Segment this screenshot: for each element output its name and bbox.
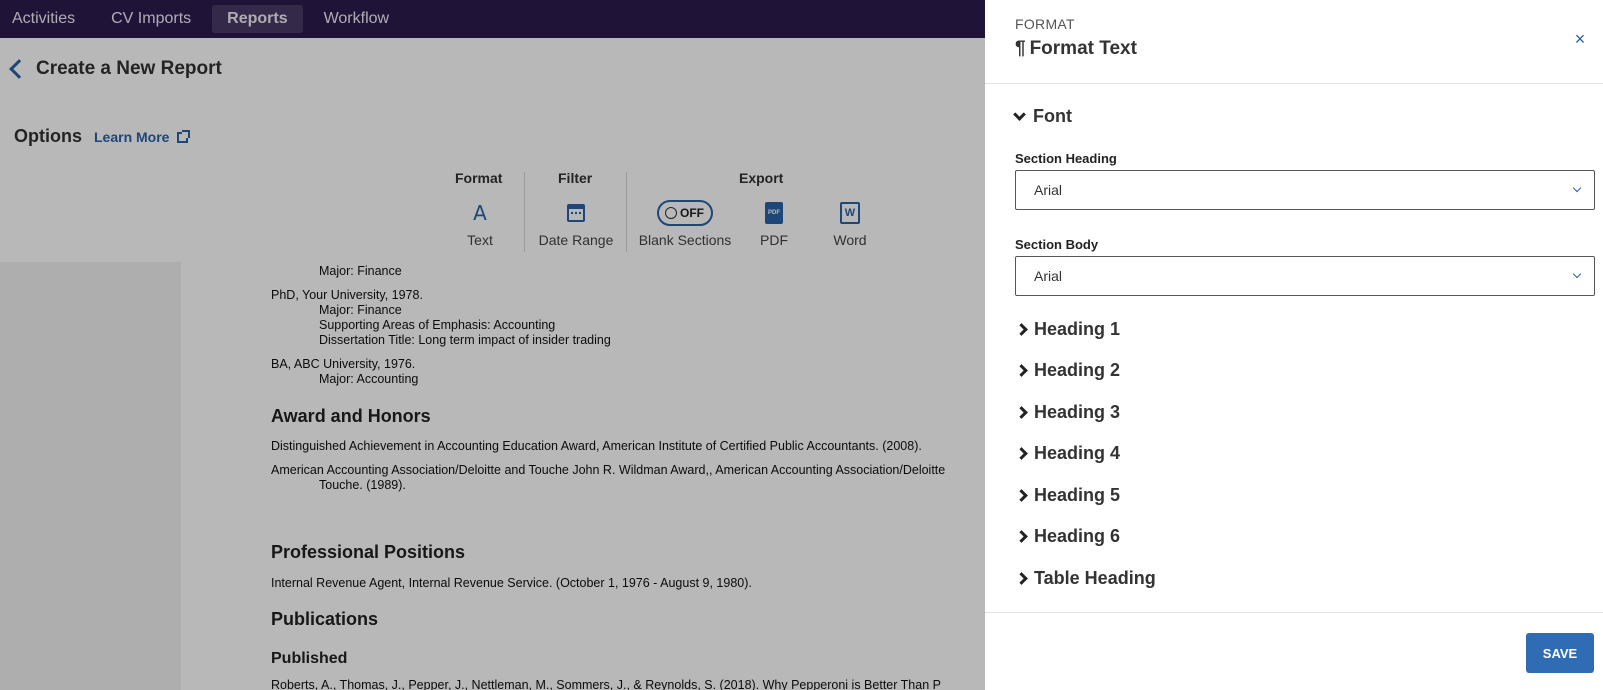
chevron-right-icon bbox=[1015, 530, 1028, 543]
chevron-down-icon bbox=[1572, 183, 1582, 193]
section-toggle-label: Heading 1 bbox=[1034, 319, 1121, 339]
heading-5-section-toggle[interactable]: Heading 5 bbox=[1015, 485, 1120, 506]
heading-4-section-toggle[interactable]: Heading 4 bbox=[1015, 443, 1120, 464]
heading-2-section-toggle[interactable]: Heading 2 bbox=[1015, 360, 1120, 381]
chevron-right-icon bbox=[1015, 406, 1028, 419]
section-body-label: Section Body bbox=[1015, 237, 1099, 252]
chevron-right-icon bbox=[1015, 572, 1028, 585]
font-section-toggle[interactable]: Font bbox=[1013, 106, 1072, 127]
chevron-right-icon bbox=[1015, 323, 1028, 336]
chevron-right-icon bbox=[1015, 447, 1028, 460]
font-section-label: Font bbox=[1033, 106, 1072, 126]
table-heading-section-toggle[interactable]: Table Heading bbox=[1015, 568, 1156, 589]
panel-eyebrow: FORMAT bbox=[1015, 16, 1075, 32]
section-body-font-select[interactable]: Arial bbox=[1015, 256, 1595, 296]
section-toggle-label: Heading 2 bbox=[1034, 360, 1121, 380]
panel-title: ¶ Format Text bbox=[1015, 38, 1137, 60]
chevron-down-icon bbox=[1013, 107, 1026, 121]
save-button[interactable]: SAVE bbox=[1526, 633, 1594, 673]
section-toggle-label: Heading 3 bbox=[1034, 402, 1121, 422]
section-body-font-value: Arial bbox=[1034, 268, 1063, 284]
chevron-right-icon bbox=[1015, 364, 1028, 377]
panel-footer: SAVE bbox=[985, 612, 1603, 690]
chevron-right-icon bbox=[1015, 489, 1028, 502]
section-toggle-label: Heading 5 bbox=[1034, 485, 1121, 505]
section-toggle-label: Heading 6 bbox=[1034, 526, 1121, 546]
heading-3-section-toggle[interactable]: Heading 3 bbox=[1015, 402, 1120, 423]
panel-header: FORMAT ¶ Format Text × bbox=[985, 0, 1603, 84]
section-heading-font-select[interactable]: Arial bbox=[1015, 170, 1595, 210]
section-toggle-label: Table Heading bbox=[1034, 568, 1156, 588]
panel-title-text: Format Text bbox=[1029, 38, 1137, 59]
heading-1-section-toggle[interactable]: Heading 1 bbox=[1015, 319, 1120, 340]
chevron-down-icon bbox=[1572, 269, 1582, 279]
pilcrow-icon: ¶ bbox=[1015, 38, 1026, 59]
heading-6-section-toggle[interactable]: Heading 6 bbox=[1015, 526, 1120, 547]
section-heading-label: Section Heading bbox=[1015, 151, 1117, 166]
close-icon[interactable]: × bbox=[1569, 28, 1591, 50]
format-text-panel: FORMAT ¶ Format Text × Font Section Head… bbox=[985, 0, 1603, 690]
section-toggle-label: Heading 4 bbox=[1034, 443, 1121, 463]
section-heading-font-value: Arial bbox=[1034, 182, 1063, 198]
